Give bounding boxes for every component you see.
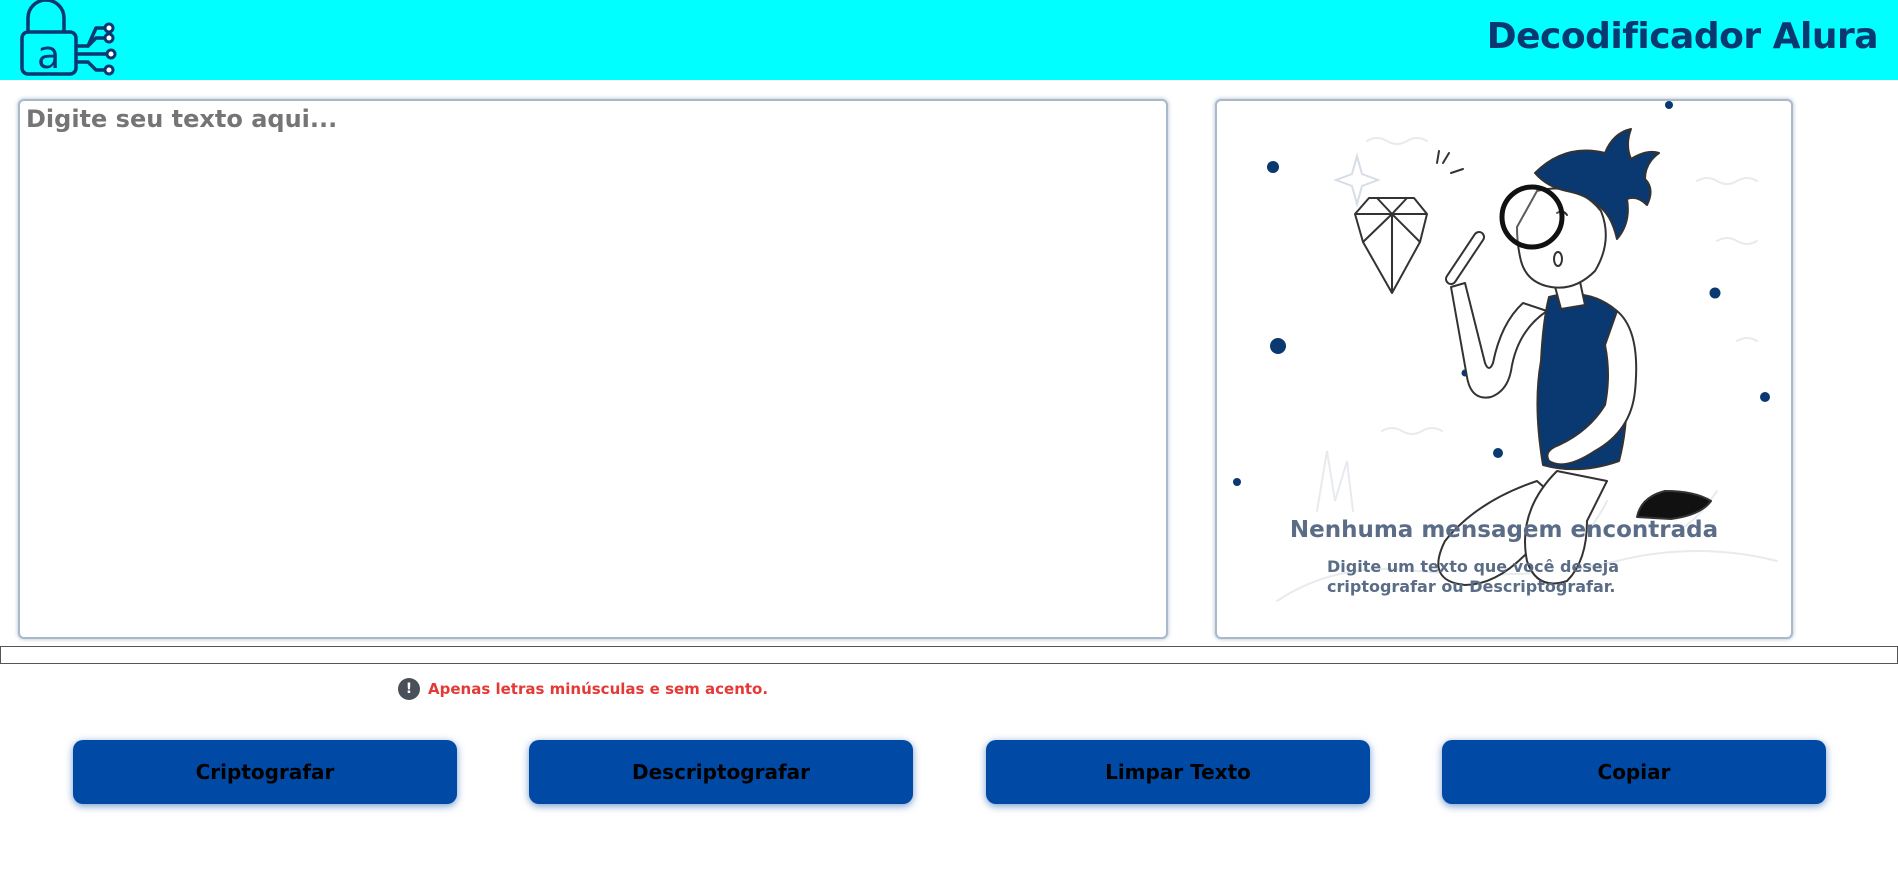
hint-text: Apenas letras minúsculas e sem acento. <box>428 680 769 698</box>
result-output-field[interactable] <box>0 646 1898 664</box>
clear-text-button[interactable]: Limpar Texto <box>986 740 1370 804</box>
logo-letter: a <box>37 33 60 77</box>
empty-state-subtitle: Digite um texto que você deseja criptogr… <box>1327 557 1619 596</box>
message-input[interactable] <box>18 99 1168 639</box>
padlock-circuit-logo-icon: a <box>20 0 117 77</box>
encrypt-button[interactable]: Criptografar <box>73 740 457 804</box>
copy-button[interactable]: Copiar <box>1442 740 1826 804</box>
header: a Decodificador Alura <box>0 0 1898 80</box>
app-title: Decodificador Alura <box>1486 16 1879 57</box>
input-hint: ! Apenas letras minúsculas e sem acento. <box>398 677 768 701</box>
decrypt-button[interactable]: Descriptografar <box>529 740 913 804</box>
output-panel: Nenhuma mensagem encontrada Digite um te… <box>1215 99 1793 639</box>
exclamation-circle-icon: ! <box>398 678 420 700</box>
empty-state-title: Nenhuma mensagem encontrada <box>1289 517 1719 543</box>
